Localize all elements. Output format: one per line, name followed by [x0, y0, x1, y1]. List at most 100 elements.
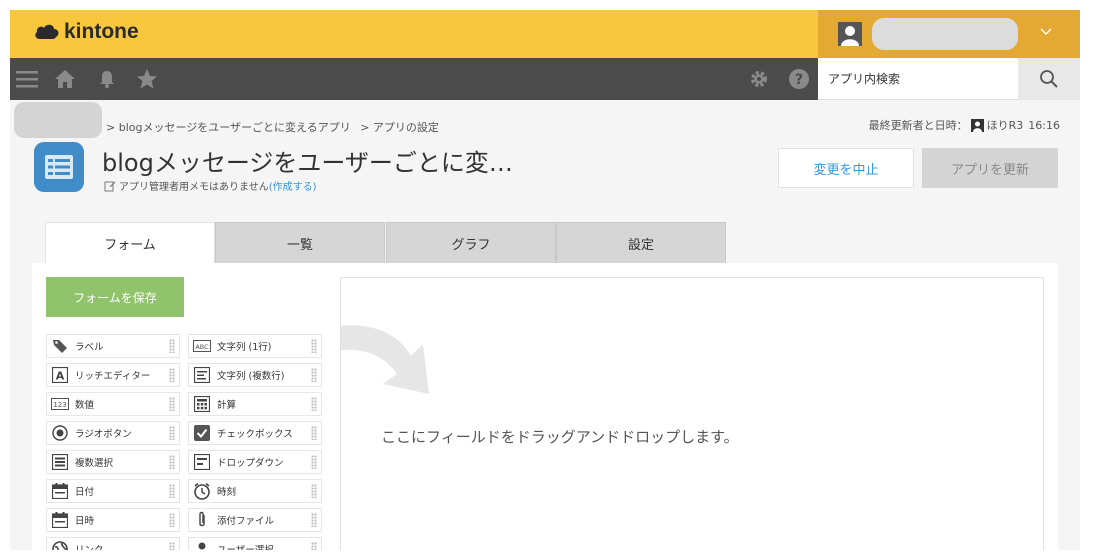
- tab-list[interactable]: 一覧: [215, 222, 385, 264]
- palette-field-globe[interactable]: リンク: [46, 537, 180, 550]
- last-update-user[interactable]: ほりR3: [987, 117, 1024, 133]
- drag-handle-icon[interactable]: [311, 484, 317, 498]
- date-icon: [51, 482, 69, 500]
- palette-field-multi-select[interactable]: 複数選択: [46, 450, 180, 474]
- paperclip-icon: [193, 511, 211, 529]
- palette-field-label: ドロップダウン: [217, 458, 284, 469]
- tab-graph[interactable]: グラフ: [386, 222, 556, 264]
- drag-handle-icon[interactable]: [169, 368, 175, 382]
- last-update: 最終更新者と日時： ほりR3 16:16: [869, 117, 1060, 133]
- abc-icon: ABC: [193, 337, 211, 355]
- bell-icon[interactable]: [94, 66, 120, 92]
- drag-handle-icon[interactable]: [311, 339, 317, 353]
- palette-field-date[interactable]: 日付: [46, 479, 180, 503]
- search-icon: [1040, 70, 1058, 88]
- rich-editor-icon: A: [51, 366, 69, 384]
- palette-field-label: 複数選択: [75, 458, 114, 469]
- form-editor: フォームを保存 ラベル ABC 文字列 (1行) A リッチエディター 文字列 (複数行)…: [32, 263, 1058, 550]
- app-memo: アプリ管理者用メモはありません (作成する): [104, 178, 317, 193]
- dropdown-icon: [193, 453, 211, 471]
- create-memo-link[interactable]: (作成する): [269, 178, 317, 193]
- palette-field-label: ラベル: [75, 342, 104, 353]
- palette-field-dropdown[interactable]: ドロップダウン: [188, 450, 322, 474]
- palette-field-clock[interactable]: 時刻: [188, 479, 322, 503]
- update-app-button[interactable]: アプリを更新: [922, 148, 1058, 188]
- cancel-changes-button[interactable]: 変更を中止: [778, 148, 914, 188]
- tab-settings[interactable]: 設定: [556, 222, 726, 264]
- palette-field-rich-editor[interactable]: A リッチエディター: [46, 363, 180, 387]
- svg-text:A: A: [56, 370, 65, 383]
- drag-handle-icon[interactable]: [169, 542, 175, 550]
- palette-field-label: 時刻: [217, 487, 237, 498]
- palette-field-paperclip[interactable]: 添付ファイル: [188, 508, 322, 532]
- user-avatar-icon: [838, 22, 862, 46]
- radio-icon: [51, 424, 69, 442]
- search-button[interactable]: [1018, 58, 1080, 100]
- palette-field-radio[interactable]: ラジオボタン: [46, 421, 180, 445]
- palette-field-label: 計算: [217, 400, 237, 411]
- checkbox-icon: [193, 424, 211, 442]
- multi-select-icon: [51, 453, 69, 471]
- memo-text: アプリ管理者用メモはありません: [119, 182, 269, 193]
- tab-form[interactable]: フォーム: [45, 222, 215, 264]
- drag-handle-icon[interactable]: [169, 513, 175, 527]
- palette-field-multiline[interactable]: 文字列 (複数行): [188, 363, 322, 387]
- palette-field-label: 添付ファイル: [217, 516, 275, 527]
- number-icon: 123: [51, 395, 69, 413]
- drag-handle-icon[interactable]: [311, 397, 317, 411]
- memo-edit-icon: [104, 181, 116, 191]
- globe-icon: [51, 540, 69, 550]
- palette-field-tag[interactable]: ラベル: [46, 334, 180, 358]
- page-title: blogメッセージをユーザーごとに変…: [102, 149, 513, 177]
- logo-text: kintone: [64, 20, 139, 43]
- breadcrumb-space-redacted[interactable]: [14, 102, 102, 138]
- user-icon: [193, 540, 211, 550]
- star-icon[interactable]: [134, 66, 160, 92]
- palette-field-label: ラジオボタン: [75, 429, 132, 440]
- svg-text:?: ?: [795, 72, 803, 88]
- palette-field-user[interactable]: ユーザー選択: [188, 537, 322, 550]
- drag-handle-icon[interactable]: [311, 455, 317, 469]
- user-menu[interactable]: [818, 10, 1080, 58]
- svg-text:123: 123: [53, 401, 66, 409]
- palette-field-label: 文字列 (1行): [217, 342, 272, 353]
- breadcrumb-app[interactable]: > blogメッセージをユーザーごとに変えるアプリ: [106, 121, 351, 134]
- palette-field-calculator[interactable]: 計算: [188, 392, 322, 416]
- top-header: kintone: [10, 10, 1080, 58]
- drag-handle-icon[interactable]: [169, 339, 175, 353]
- palette-field-label: ユーザー選択: [217, 542, 274, 550]
- help-icon[interactable]: ?: [786, 66, 812, 92]
- drag-handle-icon[interactable]: [169, 397, 175, 411]
- palette-field-label: 文字列 (複数行): [217, 371, 285, 382]
- gear-icon[interactable]: [746, 66, 772, 92]
- palette-field-number[interactable]: 123 数値: [46, 392, 180, 416]
- palette-field-datetime[interactable]: 日時: [46, 508, 180, 532]
- kintone-logo[interactable]: kintone: [34, 20, 139, 44]
- drag-handle-icon[interactable]: [311, 542, 317, 550]
- cloud-logo-icon: [35, 24, 59, 39]
- palette-field-label: 日時: [75, 516, 95, 527]
- drag-handle-icon[interactable]: [169, 455, 175, 469]
- chevron-down-icon[interactable]: [1034, 20, 1058, 44]
- palette-field-label: チェックボックス: [217, 429, 293, 440]
- last-update-label: 最終更新者と日時：: [868, 119, 968, 132]
- drop-hint: ここにフィールドをドラッグアンドドロップします。: [381, 428, 739, 446]
- drag-handle-icon[interactable]: [169, 426, 175, 440]
- save-form-button[interactable]: フォームを保存: [46, 277, 184, 317]
- drag-handle-icon[interactable]: [311, 513, 317, 527]
- drag-handle-icon[interactable]: [311, 426, 317, 440]
- user-avatar-icon: [970, 118, 984, 132]
- home-icon[interactable]: [52, 66, 78, 92]
- menu-icon[interactable]: [14, 66, 40, 92]
- drag-arrow-icon: [341, 325, 429, 394]
- app-list-icon: [34, 142, 84, 192]
- clock-icon: [193, 482, 211, 500]
- drag-handle-icon[interactable]: [311, 368, 317, 382]
- drag-handle-icon[interactable]: [169, 484, 175, 498]
- palette-field-abc[interactable]: ABC 文字列 (1行): [188, 334, 322, 358]
- kintone-app-settings: kintone ? アプリ内検索 > blogメッセージをユーザーごとに変えるア…: [10, 10, 1080, 550]
- palette-field-checkbox[interactable]: チェックボックス: [188, 421, 322, 445]
- user-name-redacted: [872, 18, 1018, 50]
- form-drop-area[interactable]: ここにフィールドをドラッグアンドドロップします。: [340, 277, 1044, 550]
- app-search-input[interactable]: アプリ内検索: [818, 58, 1018, 100]
